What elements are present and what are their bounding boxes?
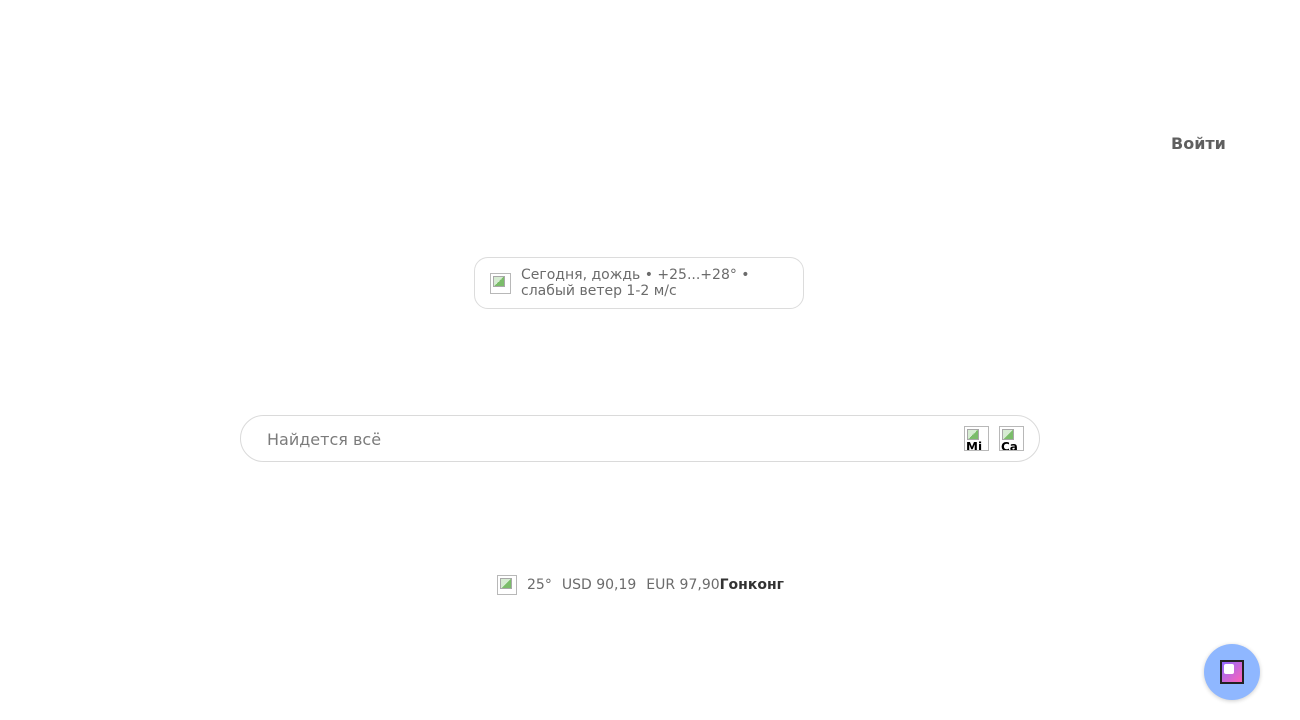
search-box: Mi Ca [240, 415, 1040, 463]
alice-assistant-button[interactable] [1204, 644, 1260, 700]
city-link[interactable]: Гонконг [720, 577, 784, 593]
search-input[interactable] [265, 416, 949, 463]
camera-icon[interactable]: Ca [999, 426, 1024, 451]
login-link[interactable]: Войти [1171, 134, 1226, 154]
weather-card[interactable]: Сегодня, дождь • +25...+28° • слабый вет… [474, 257, 804, 309]
alice-icon [1220, 660, 1244, 684]
microphone-icon[interactable]: Mi [964, 426, 989, 451]
weather-icon [490, 272, 511, 294]
eur-rate[interactable]: EUR 97,90 [646, 577, 719, 593]
usd-rate[interactable]: USD 90,19 [562, 577, 636, 593]
camera-icon-alt-text: Ca [1001, 440, 1018, 451]
current-temperature[interactable]: 25° [527, 577, 552, 593]
weather-small-icon [497, 575, 517, 595]
info-line: 25° USD 90,19 EUR 97,90 Гонконг [497, 574, 784, 596]
yandex-start-page: Войти Сегодня, дождь • +25...+28° • слаб… [0, 0, 1300, 720]
weather-forecast-text: Сегодня, дождь • +25...+28° • слабый вет… [521, 267, 750, 299]
microphone-icon-alt-text: Mi [966, 440, 983, 451]
